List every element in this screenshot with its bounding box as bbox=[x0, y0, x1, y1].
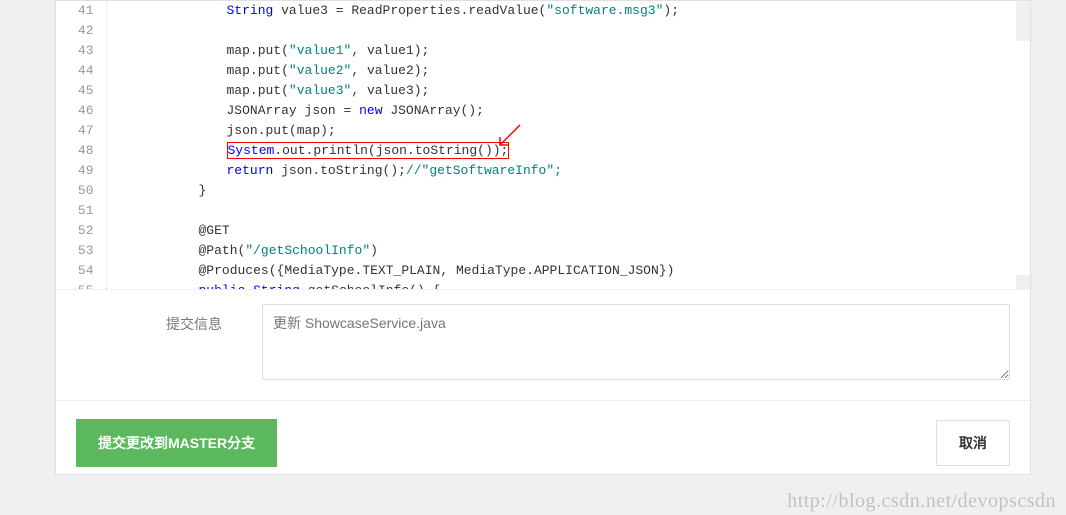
commit-message-label: 提交信息 bbox=[166, 304, 246, 334]
code-line: 53@Path("/getSchoolInfo") bbox=[56, 241, 1030, 261]
code-editor[interactable]: 41String value3 = ReadProperties.readVal… bbox=[56, 1, 1030, 290]
submit-button[interactable]: 提交更改到MASTER分支 bbox=[76, 419, 277, 467]
code-content[interactable]: map.put("value3", value3); bbox=[106, 81, 1030, 101]
commit-message-row: 提交信息 bbox=[56, 290, 1030, 400]
code-line: 43map.put("value1", value1); bbox=[56, 41, 1030, 61]
code-line: 42 bbox=[56, 21, 1030, 41]
code-line: 49return json.toString();//"getSoftwareI… bbox=[56, 161, 1030, 181]
code-content[interactable]: @GET bbox=[106, 221, 1030, 241]
editor-panel: 41String value3 = ReadProperties.readVal… bbox=[55, 0, 1031, 475]
code-content[interactable]: System.out.println(json.toString()); bbox=[106, 141, 1030, 161]
line-number: 47 bbox=[56, 121, 106, 141]
code-line: 41String value3 = ReadProperties.readVal… bbox=[56, 1, 1030, 21]
code-content[interactable]: @Produces({MediaType.TEXT_PLAIN, MediaTy… bbox=[106, 261, 1030, 281]
line-number: 54 bbox=[56, 261, 106, 281]
line-number: 45 bbox=[56, 81, 106, 101]
code-line: 52@GET bbox=[56, 221, 1030, 241]
code-line: 51 bbox=[56, 201, 1030, 221]
code-line: 44map.put("value2", value2); bbox=[56, 61, 1030, 81]
commit-message-input[interactable] bbox=[262, 304, 1010, 380]
code-content[interactable]: ▸public String getSchoolInfo() { bbox=[106, 281, 1030, 290]
code-content[interactable]: return json.toString();//"getSoftwareInf… bbox=[106, 161, 1030, 181]
line-number: 41 bbox=[56, 1, 106, 21]
code-content[interactable]: JSONArray json = new JSONArray(); bbox=[106, 101, 1030, 121]
code-line: 54@Produces({MediaType.TEXT_PLAIN, Media… bbox=[56, 261, 1030, 281]
code-line: 48 System.out.println(json.toString()); bbox=[56, 141, 1030, 161]
line-number: 43 bbox=[56, 41, 106, 61]
line-number: 50 bbox=[56, 181, 106, 201]
code-content[interactable]: String value3 = ReadProperties.readValue… bbox=[106, 1, 1030, 21]
line-number: 46 bbox=[56, 101, 106, 121]
line-number: 52 bbox=[56, 221, 106, 241]
line-number: 44 bbox=[56, 61, 106, 81]
code-line: 45map.put("value3", value3); bbox=[56, 81, 1030, 101]
code-content[interactable]: } bbox=[106, 181, 1030, 201]
code-table: 41String value3 = ReadProperties.readVal… bbox=[56, 1, 1030, 290]
line-number: 49 bbox=[56, 161, 106, 181]
action-bar: 提交更改到MASTER分支 取消 bbox=[56, 400, 1030, 485]
line-number: 42 bbox=[56, 21, 106, 41]
code-content[interactable]: json.put(map); bbox=[106, 121, 1030, 141]
scrollbar-end[interactable] bbox=[1016, 275, 1030, 289]
code-content[interactable]: @Path("/getSchoolInfo") bbox=[106, 241, 1030, 261]
fold-icon[interactable]: ▸ bbox=[105, 281, 113, 290]
code-line: 55▸public String getSchoolInfo() { bbox=[56, 281, 1030, 290]
code-line: 50} bbox=[56, 181, 1030, 201]
cancel-button[interactable]: 取消 bbox=[936, 420, 1010, 466]
code-content[interactable] bbox=[106, 201, 1030, 221]
code-line: 46JSONArray json = new JSONArray(); bbox=[56, 101, 1030, 121]
highlighted-code: System.out.println(json.toString()); bbox=[227, 142, 510, 159]
line-number: 48 bbox=[56, 141, 106, 161]
code-content[interactable]: map.put("value2", value2); bbox=[106, 61, 1030, 81]
scrollbar-thumb[interactable] bbox=[1016, 1, 1030, 41]
line-number: 55 bbox=[56, 281, 106, 290]
code-content[interactable] bbox=[106, 21, 1030, 41]
line-number: 53 bbox=[56, 241, 106, 261]
line-number: 51 bbox=[56, 201, 106, 221]
code-content[interactable]: map.put("value1", value1); bbox=[106, 41, 1030, 61]
watermark-text: http://blog.csdn.net/devopscsdn bbox=[787, 490, 1056, 513]
code-line: 47json.put(map); bbox=[56, 121, 1030, 141]
